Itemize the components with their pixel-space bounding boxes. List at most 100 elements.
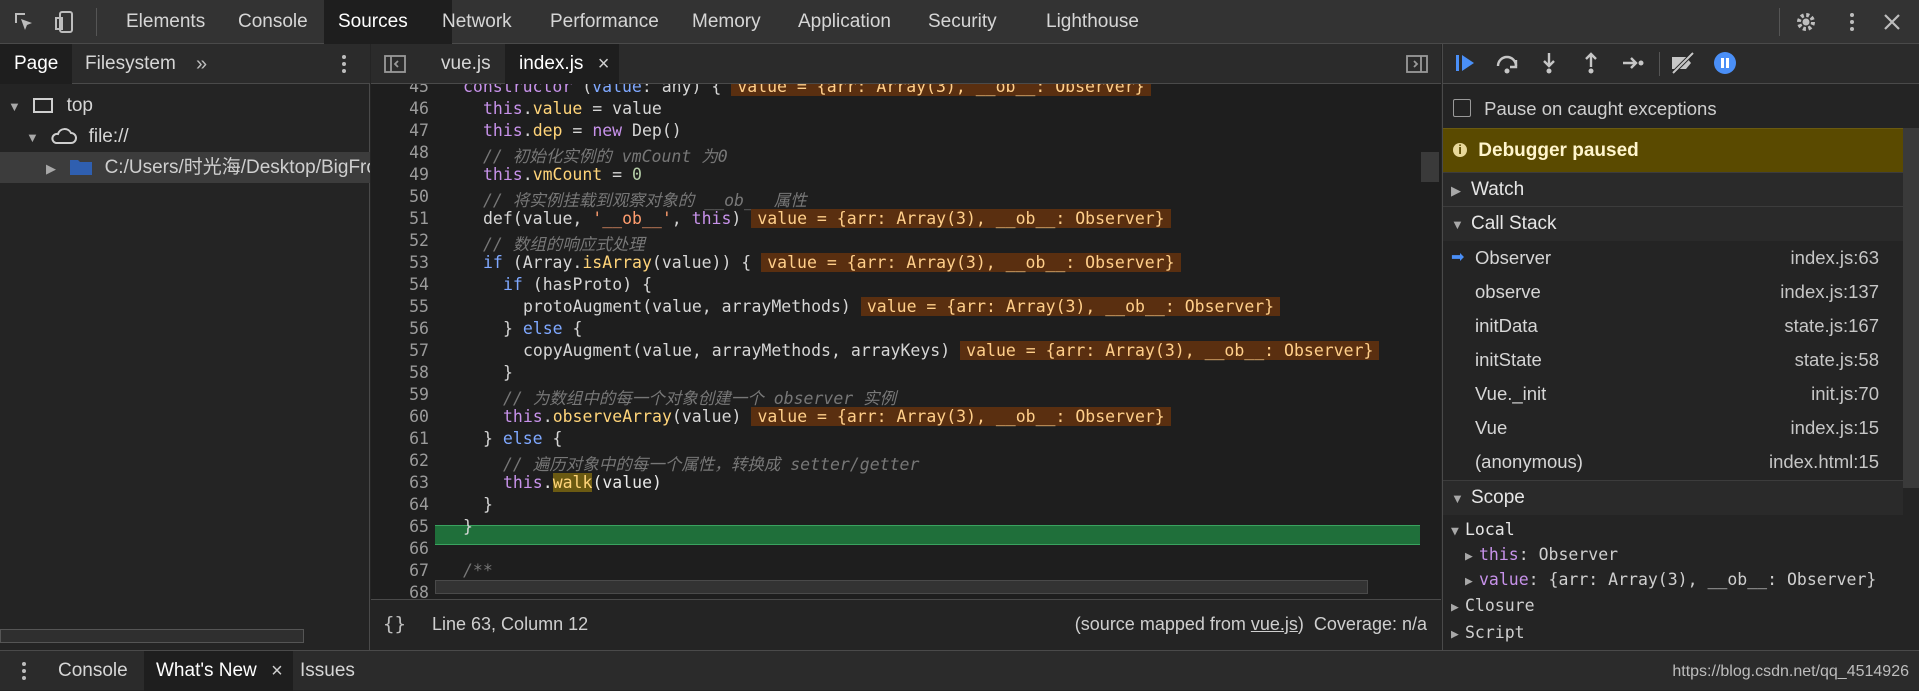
close-tab-icon[interactable]: × [271, 651, 283, 691]
pretty-print-icon[interactable]: {} [383, 613, 406, 635]
more-tabs-icon[interactable]: » [196, 53, 207, 76]
more-options-icon[interactable] [1840, 10, 1864, 34]
step-out-icon[interactable] [1577, 50, 1605, 78]
line-number[interactable]: 54 [371, 275, 429, 294]
frame-location[interactable]: state.js:58 [1795, 343, 1879, 377]
drawer-tab-issues[interactable]: Issues [288, 651, 367, 691]
frame-location[interactable]: index.html:15 [1769, 445, 1879, 479]
source-map-link[interactable]: vue.js [1251, 614, 1298, 634]
line-number[interactable]: 56 [371, 319, 429, 338]
pause-on-caught-checkbox[interactable] [1453, 99, 1471, 117]
tab-security[interactable]: Security [914, 0, 1011, 44]
line-number[interactable]: 59 [371, 385, 429, 404]
call-frame[interactable]: initState state.js:58 [1443, 343, 1903, 377]
line-number[interactable]: 52 [371, 231, 429, 250]
call-frame[interactable]: (anonymous) index.html:15 [1443, 445, 1903, 479]
resume-icon[interactable] [1451, 50, 1479, 78]
toggle-debugger-icon[interactable] [1405, 52, 1429, 81]
frame-location[interactable]: index.js:137 [1780, 275, 1879, 309]
frame-location[interactable]: index.js:15 [1791, 411, 1879, 445]
scope-var-value[interactable]: ▶ value: {arr: Array(3), __ob__: Observer… [1465, 568, 1903, 592]
inspect-element-icon[interactable] [12, 10, 36, 34]
drawer-menu-icon[interactable] [14, 659, 34, 688]
section-label: Call Stack [1471, 213, 1557, 234]
pause-on-caught-row[interactable]: Pause on caught exceptions [1453, 94, 1903, 124]
navigator-menu-icon[interactable] [334, 52, 354, 81]
line-number[interactable]: 61 [371, 429, 429, 448]
step-over-icon[interactable] [1493, 50, 1521, 78]
scope-script[interactable]: ▶ Script [1451, 621, 1903, 645]
line-number[interactable]: 67 [371, 561, 429, 580]
tab-network[interactable]: Network [428, 0, 526, 44]
line-number[interactable]: 60 [371, 407, 429, 426]
line-number[interactable]: 50 [371, 187, 429, 206]
toggle-navigator-icon[interactable] [383, 52, 407, 81]
deactivate-breakpoints-icon[interactable] [1669, 50, 1697, 78]
frame-location[interactable]: state.js:167 [1784, 309, 1879, 343]
tab-performance[interactable]: Performance [536, 0, 673, 44]
code-line: this.dep = new Dep() [483, 121, 682, 140]
drawer-tab-console[interactable]: Console [46, 651, 140, 691]
line-number[interactable]: 47 [371, 121, 429, 140]
tree-item-origin[interactable]: ▼ file:// [0, 121, 370, 152]
section-watch[interactable]: ▶ Watch [1443, 172, 1903, 207]
code-area[interactable]: 45 46 47 48 49 50 51 52 53 54 55 56 57 5… [371, 84, 1441, 599]
scope-local[interactable]: ▼ Local [1451, 518, 1903, 542]
line-number[interactable]: 53 [371, 253, 429, 272]
close-tab-icon[interactable]: × [598, 44, 610, 84]
code-line-current: this.walk(value) [503, 473, 662, 492]
tab-page[interactable]: Page [0, 44, 73, 84]
pause-on-exceptions-icon[interactable] [1711, 50, 1739, 78]
tab-memory[interactable]: Memory [678, 0, 775, 44]
code-line: } else { [483, 429, 563, 448]
frame-location[interactable]: init.js:70 [1811, 377, 1879, 411]
frame-location[interactable]: index.js:63 [1791, 241, 1879, 275]
file-tab-index-js[interactable]: index.js × [505, 44, 620, 84]
section-call-stack[interactable]: ▼ Call Stack [1443, 206, 1903, 241]
debugger-scrollbar[interactable] [1903, 128, 1919, 488]
line-number[interactable]: 63 [371, 473, 429, 492]
tab-filesystem[interactable]: Filesystem [71, 44, 190, 84]
tree-item-top[interactable]: ▼ top [0, 90, 370, 121]
line-number[interactable]: 49 [371, 165, 429, 184]
line-number[interactable]: 66 [371, 539, 429, 558]
line-number[interactable]: 45 [371, 84, 429, 96]
line-number[interactable]: 64 [371, 495, 429, 514]
tab-elements[interactable]: Elements [112, 0, 219, 44]
step-into-icon[interactable] [1535, 50, 1563, 78]
scope-closure[interactable]: ▶ Closure [1451, 594, 1903, 618]
scope-var-this[interactable]: ▶ this: Observer [1465, 543, 1903, 567]
call-frame[interactable]: Vue index.js:15 [1443, 411, 1903, 445]
debugger-sidebar: Pause on caught exceptions i Debugger pa… [1442, 44, 1919, 650]
line-number[interactable]: 62 [371, 451, 429, 470]
editor-horizontal-scrollbar[interactable] [435, 580, 1368, 594]
step-icon[interactable] [1619, 50, 1647, 78]
call-frame[interactable]: initData state.js:167 [1443, 309, 1903, 343]
collapse-arrow-icon[interactable]: ▶ [46, 153, 60, 183]
expand-arrow-icon[interactable]: ▼ [26, 122, 40, 152]
expand-arrow-icon[interactable]: ▼ [8, 91, 22, 121]
line-number[interactable]: 68 [371, 583, 429, 599]
tab-console[interactable]: Console [224, 0, 322, 44]
line-number[interactable]: 57 [371, 341, 429, 360]
drawer-tab-whats-new[interactable]: What's New × [144, 651, 293, 691]
call-frame[interactable]: observe index.js:137 [1443, 275, 1903, 309]
tab-application[interactable]: Application [784, 0, 905, 44]
call-frame[interactable]: Vue._init init.js:70 [1443, 377, 1903, 411]
line-number[interactable]: 58 [371, 363, 429, 382]
line-number[interactable]: 65 [371, 517, 429, 536]
section-scope[interactable]: ▼ Scope [1443, 480, 1903, 515]
vertical-scrollbar[interactable] [1421, 152, 1439, 182]
line-number[interactable]: 55 [371, 297, 429, 316]
line-number[interactable]: 48 [371, 143, 429, 162]
line-number[interactable]: 51 [371, 209, 429, 228]
call-frame[interactable]: ➡ Observer index.js:63 [1443, 241, 1903, 275]
close-icon[interactable] [1880, 10, 1904, 34]
tab-lighthouse[interactable]: Lighthouse [1032, 0, 1153, 44]
tree-item-folder[interactable]: ▶ C:/Users/时光海/Desktop/BigFror [0, 152, 370, 183]
horizontal-scrollbar[interactable] [0, 629, 304, 643]
file-tab-vue-js[interactable]: vue.js [427, 44, 505, 84]
gear-icon[interactable] [1794, 10, 1818, 34]
line-number[interactable]: 46 [371, 99, 429, 118]
device-toolbar-icon[interactable] [54, 10, 78, 34]
